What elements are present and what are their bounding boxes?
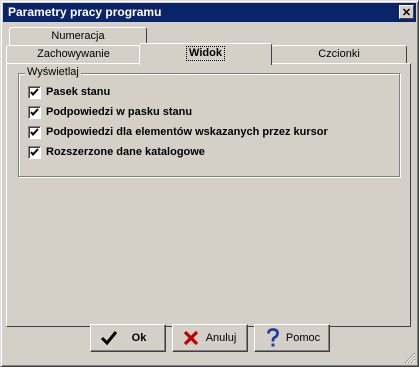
tab-label: Widok bbox=[186, 46, 225, 61]
check-icon bbox=[30, 127, 39, 136]
checkbox-label: Rozszerzone dane katalogowe bbox=[46, 146, 205, 158]
check-icon bbox=[97, 327, 121, 349]
checkbox-cursor-hints[interactable]: Podpowiedzi dla elementów wskazanych prz… bbox=[28, 125, 328, 139]
title-bar[interactable]: Parametry pracy programu ✕ bbox=[3, 3, 416, 22]
help-label: Pomoc bbox=[285, 332, 321, 344]
checkbox-status-bar-hints[interactable]: Podpowiedzi w pasku stanu bbox=[28, 105, 192, 119]
cancel-button[interactable]: Anuluj bbox=[172, 324, 248, 352]
tab-label: Numeracja bbox=[51, 30, 105, 42]
tab-label: Czcionki bbox=[318, 48, 360, 60]
checkbox-label: Pasek stanu bbox=[46, 86, 111, 98]
window-title: Parametry pracy programu bbox=[8, 5, 162, 19]
ok-button[interactable]: Ok bbox=[90, 324, 166, 352]
tab-widok[interactable]: Widok bbox=[139, 43, 272, 65]
tab-panel: Wyświetlaj Pasek stanu Podpowiedzi w pas… bbox=[6, 63, 411, 327]
cross-icon bbox=[179, 327, 203, 349]
check-icon bbox=[30, 147, 39, 156]
ok-label: Ok bbox=[131, 332, 147, 344]
close-icon: ✕ bbox=[401, 7, 412, 19]
tab-numeracja[interactable]: Numeracja bbox=[9, 27, 147, 46]
help-button[interactable]: Pomoc bbox=[254, 324, 330, 352]
checkbox[interactable] bbox=[28, 105, 41, 119]
checkbox-label: Podpowiedzi w pasku stanu bbox=[46, 106, 193, 118]
check-icon bbox=[30, 107, 39, 116]
display-options-group: Wyświetlaj Pasek stanu Podpowiedzi w pas… bbox=[18, 66, 400, 177]
close-button[interactable]: ✕ bbox=[399, 5, 414, 19]
checkbox-label: Podpowiedzi dla elementów wskazanych prz… bbox=[46, 126, 328, 138]
checkbox-extended-catalog[interactable]: Rozszerzone dane katalogowe bbox=[28, 145, 205, 159]
tab-label: Zachowywanie bbox=[37, 48, 110, 60]
checkbox[interactable] bbox=[28, 145, 41, 159]
question-icon bbox=[261, 327, 285, 349]
cancel-label: Anuluj bbox=[205, 332, 237, 344]
group-title: Wyświetlaj bbox=[25, 66, 81, 78]
checkbox[interactable] bbox=[28, 125, 41, 139]
size-grip[interactable] bbox=[404, 352, 416, 364]
tab-czcionki[interactable]: Czcionki bbox=[271, 45, 407, 64]
checkbox[interactable] bbox=[28, 85, 41, 99]
resize-grip-icon bbox=[404, 352, 416, 364]
dialog-window: Parametry pracy programu ✕ Numeracja Zac… bbox=[0, 0, 419, 367]
check-icon bbox=[30, 87, 39, 96]
checkbox-status-bar[interactable]: Pasek stanu bbox=[28, 85, 110, 99]
tab-zachowywanie[interactable]: Zachowywanie bbox=[6, 45, 141, 64]
